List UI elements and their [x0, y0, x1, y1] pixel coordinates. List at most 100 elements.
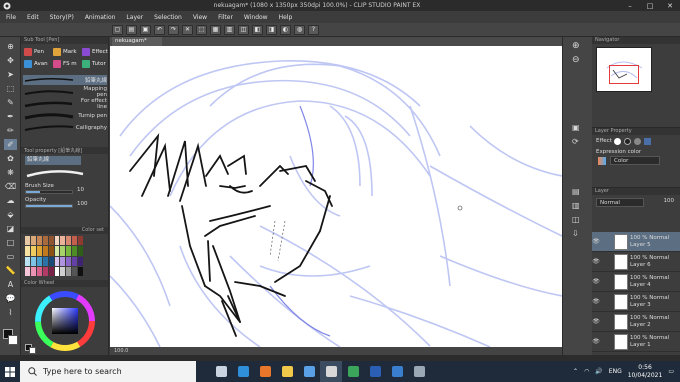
correct-line-tool-icon[interactable]: ⌇: [4, 307, 17, 318]
color-swatch[interactable]: [54, 256, 60, 266]
ruler-icon[interactable]: ▥: [224, 24, 235, 35]
menu-selection[interactable]: Selection: [154, 14, 182, 21]
effect-tone-icon[interactable]: [624, 138, 631, 145]
navigator-viewport-frame[interactable]: [609, 65, 639, 84]
color-swatch[interactable]: [72, 266, 78, 276]
color-swatch[interactable]: [30, 256, 36, 266]
color-swatch[interactable]: [66, 266, 72, 276]
layer-row[interactable]: 👁 100 % Normal Layer 1: [592, 332, 680, 352]
settings-icon[interactable]: [408, 361, 430, 382]
taskbar-clock[interactable]: 0:56 10/04/2021: [628, 364, 663, 380]
layer-row[interactable]: 👁 100 % Normal Layer 2: [592, 312, 680, 332]
layer-new-icon[interactable]: ▤: [572, 187, 580, 196]
layer-row[interactable]: 👁 100 % Normal Layer 5: [592, 232, 680, 252]
color-swatch[interactable]: [36, 266, 42, 276]
color-swatch[interactable]: [42, 266, 48, 276]
gradient-tool-icon[interactable]: ◪: [4, 223, 17, 234]
sub-tool-group-effect[interactable]: Effect: [82, 47, 108, 57]
pen-tool-icon[interactable]: ✒: [4, 111, 17, 122]
operation-tool-icon[interactable]: ➤: [4, 69, 17, 80]
color-swatch[interactable]: [54, 246, 60, 256]
brush-size-slider[interactable]: [25, 190, 73, 194]
color-wheel[interactable]: [35, 291, 95, 351]
menu-animation[interactable]: Animation: [85, 14, 116, 21]
airbrush-tool-icon[interactable]: ✿: [4, 153, 17, 164]
color-swatch[interactable]: [25, 236, 30, 246]
canvas-tab[interactable]: nekuagam*: [112, 37, 162, 46]
menu-help[interactable]: Help: [279, 14, 293, 21]
eye-icon[interactable]: 👁: [592, 278, 600, 285]
color-swatch[interactable]: [78, 246, 83, 256]
zoom-in-icon[interactable]: ⊕: [572, 41, 580, 51]
brush-size-value[interactable]: 10: [77, 187, 84, 193]
brush-item[interactable]: Turnip pen: [23, 111, 107, 121]
color-swatch[interactable]: [78, 266, 83, 276]
store-icon[interactable]: [298, 361, 320, 382]
sub-color-chip[interactable]: [29, 347, 36, 354]
color-swatch[interactable]: [60, 256, 66, 266]
color-swatch[interactable]: [54, 266, 60, 276]
snap-grid-icon[interactable]: ◨: [266, 24, 277, 35]
zoom-tool-icon[interactable]: ⊕: [4, 41, 17, 52]
blend-tool-icon[interactable]: ☁: [4, 195, 17, 206]
opacity-value[interactable]: 100: [77, 201, 88, 207]
layer-row[interactable]: 👁 100 % Normal Layer 4: [592, 272, 680, 292]
color-swatch[interactable]: [48, 256, 54, 266]
layer-opacity-value[interactable]: 100: [648, 198, 675, 207]
firefox-icon[interactable]: [254, 361, 276, 382]
transform-icon[interactable]: ⬚: [196, 24, 207, 35]
figure-tool-icon[interactable]: □: [4, 237, 17, 248]
menu-filter[interactable]: Filter: [218, 14, 233, 21]
sub-tool-group-mark[interactable]: Mark: [53, 47, 77, 57]
color-swatch[interactable]: [25, 266, 30, 276]
color-swatch[interactable]: [78, 256, 83, 266]
color-swatch[interactable]: [42, 246, 48, 256]
eye-icon[interactable]: 👁: [592, 318, 600, 325]
ruler-tool-icon[interactable]: 📏: [4, 265, 17, 276]
sub-color-chip[interactable]: [8, 335, 18, 345]
menu-layer[interactable]: Layer: [126, 14, 143, 21]
balloon-tool-icon[interactable]: 💬: [4, 293, 17, 304]
eye-icon[interactable]: 👁: [592, 238, 600, 245]
color-swatch[interactable]: [60, 266, 66, 276]
edge-icon[interactable]: [232, 361, 254, 382]
brush-item[interactable]: Calligraphy: [23, 123, 107, 133]
color-swatch[interactable]: [30, 246, 36, 256]
effect-layer-color-icon[interactable]: [644, 138, 651, 145]
zoom-out-icon[interactable]: ⊖: [572, 55, 580, 65]
frame-tool-icon[interactable]: ▭: [4, 251, 17, 262]
color-swatch[interactable]: [48, 246, 54, 256]
clip-icon[interactable]: ◐: [280, 24, 291, 35]
pencil-tool-icon[interactable]: ✏: [4, 125, 17, 136]
sub-tool-group-fsm[interactable]: FS m: [53, 59, 77, 69]
save-icon[interactable]: ▣: [140, 24, 151, 35]
sub-tool-group-tutor[interactable]: Tutor: [82, 59, 106, 69]
color-swatch[interactable]: [60, 246, 66, 256]
selection-tool-icon[interactable]: ⬚: [4, 83, 17, 94]
brush-item[interactable]: 鉛筆丸線: [23, 75, 107, 85]
mail-icon[interactable]: [386, 361, 408, 382]
brush-tool-icon[interactable]: ✐: [4, 139, 17, 150]
tray-chevron-icon[interactable]: ⌃: [573, 368, 578, 375]
snap-icon[interactable]: ◫: [238, 24, 249, 35]
undo-icon[interactable]: ↶: [154, 24, 165, 35]
color-swatch[interactable]: [42, 256, 48, 266]
clip-studio-icon[interactable]: [320, 361, 342, 382]
text-tool-icon[interactable]: A: [4, 279, 17, 290]
windows-start-icon[interactable]: [0, 361, 20, 382]
grid-icon[interactable]: ▦: [210, 24, 221, 35]
task-view-icon[interactable]: [210, 361, 232, 382]
close-button[interactable]: ✕: [660, 0, 680, 11]
menu-window[interactable]: Window: [244, 14, 268, 21]
navigator-thumbnail[interactable]: [596, 47, 652, 92]
minimize-button[interactable]: –: [620, 0, 640, 11]
color-swatch[interactable]: [66, 256, 72, 266]
open-icon[interactable]: ▤: [126, 24, 137, 35]
taskbar-search-box[interactable]: Type here to search: [20, 361, 196, 382]
drawing-canvas[interactable]: [110, 46, 562, 347]
sub-tool-group-avan[interactable]: Avan: [24, 59, 48, 69]
fill-tool-icon[interactable]: ⬙: [4, 209, 17, 220]
redo-icon[interactable]: ↷: [168, 24, 179, 35]
language-indicator[interactable]: ENG: [609, 368, 622, 375]
menu-view[interactable]: View: [193, 14, 207, 21]
